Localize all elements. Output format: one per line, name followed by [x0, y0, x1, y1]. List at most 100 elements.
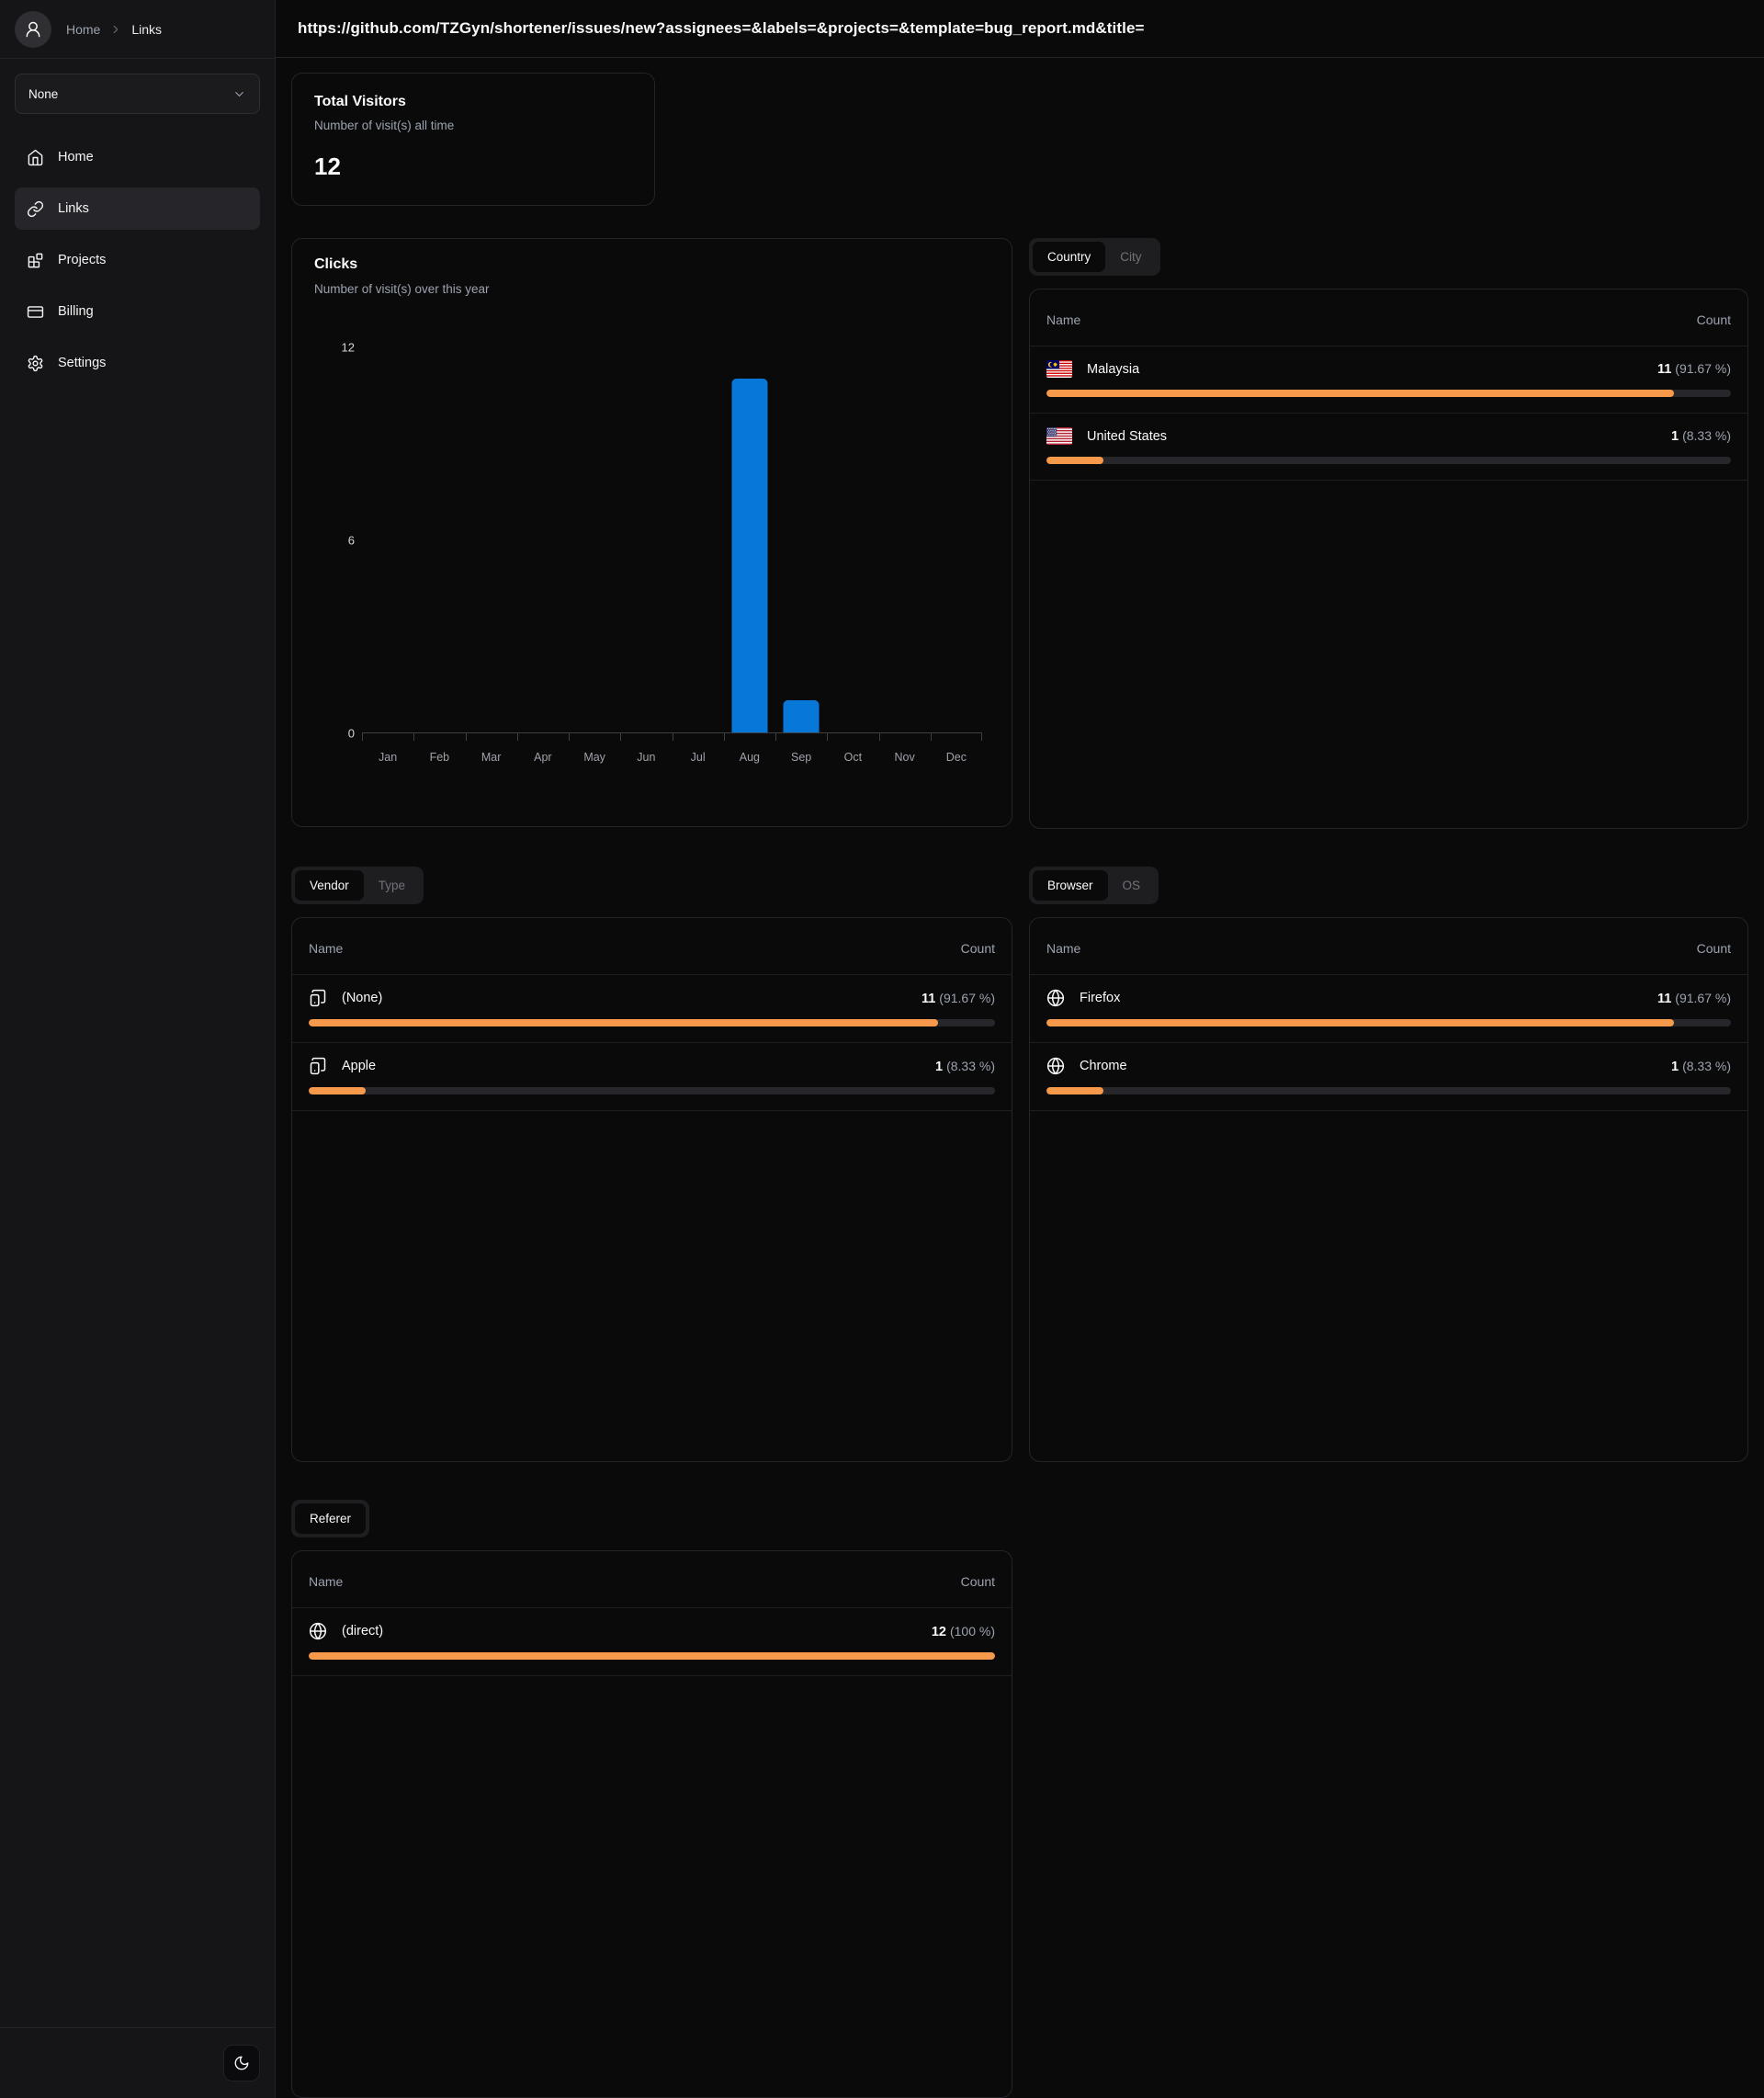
breadcrumb-current[interactable]: Links	[131, 22, 162, 37]
row-name: Apple	[342, 1059, 377, 1073]
referer-section: Referer Name Count (direct) 12 (100 %)	[291, 1500, 1012, 2098]
globe-icon	[1046, 989, 1065, 1007]
tab-country[interactable]: Country	[1033, 242, 1106, 272]
smartphone-icon	[310, 1057, 326, 1075]
breadcrumb: Home Links	[66, 22, 162, 37]
table-header: Name Count	[292, 1551, 1012, 1608]
country-section: Country City Name Count Malaysia 11 (91.…	[1029, 238, 1748, 829]
sidebar-item-label: Settings	[58, 356, 107, 370]
gear-icon	[28, 355, 43, 371]
x-tick-label: Jun	[637, 751, 656, 764]
x-tick-label: Aug	[739, 751, 760, 764]
row-percent: (8.33 %)	[1682, 428, 1731, 443]
column-name: Name	[309, 1574, 344, 1589]
chart-slot	[413, 347, 465, 741]
x-tick-label: Feb	[429, 751, 450, 764]
row-progress-track	[309, 1087, 995, 1094]
vendor-type-tabs: Vendor Type	[291, 867, 424, 904]
row-progress-track	[1046, 1019, 1731, 1026]
credit-card-icon	[27, 305, 44, 318]
globe-icon	[309, 1622, 327, 1640]
sidebar-item-settings[interactable]: Settings	[15, 342, 260, 384]
browser-table: Name Count Firefox 11 (91.67 %) Chrome 1…	[1029, 917, 1748, 1462]
chart-plot	[362, 347, 982, 741]
sidebar-item-home[interactable]: Home	[15, 136, 260, 178]
sidebar: Home Links None Home Links Projects Bill…	[0, 0, 276, 2098]
row-percent: (91.67 %)	[1675, 361, 1731, 376]
row-count: 1	[1671, 429, 1679, 444]
blocks-icon	[28, 253, 43, 267]
table-header: Name Count	[292, 918, 1012, 975]
sidebar-body: None Home Links Projects Billing Setting…	[0, 59, 275, 2027]
row-count: 1	[935, 1059, 944, 1074]
total-visitors-title: Total Visitors	[314, 94, 406, 109]
sidebar-item-label: Links	[58, 201, 89, 216]
row-percent: (8.33 %)	[1682, 1058, 1731, 1073]
row-progress-bar	[309, 1019, 938, 1026]
row-progress-track	[309, 1019, 995, 1026]
house-icon	[28, 149, 43, 165]
tab-city[interactable]: City	[1105, 242, 1156, 272]
chart-y-axis: 12 6 0	[314, 239, 355, 826]
link-icon	[27, 200, 44, 217]
column-count: Count	[1696, 941, 1731, 956]
referer-table: Name Count (direct) 12 (100 %)	[291, 1550, 1012, 2098]
chevron-down-icon	[235, 91, 243, 96]
sidebar-item-projects[interactable]: Projects	[15, 239, 260, 281]
chart-slot	[620, 347, 672, 741]
row-progress-track	[1046, 457, 1731, 464]
table-row: Apple 1 (8.33 %)	[292, 1043, 1012, 1111]
globe-icon	[1046, 1057, 1065, 1075]
table-row: (direct) 12 (100 %)	[292, 1608, 1012, 1676]
clicks-chart-card: Clicks Number of visit(s) over this year…	[291, 238, 1012, 827]
theme-toggle-button[interactable]	[223, 2045, 260, 2081]
column-count: Count	[960, 1574, 995, 1589]
x-tick-label: Jul	[690, 751, 706, 764]
row-progress-track	[1046, 390, 1731, 397]
chart-slot	[878, 347, 931, 741]
us-flag-icon	[1046, 427, 1072, 445]
content: Total Visitors Number of visit(s) all ti…	[276, 58, 1764, 2098]
avatar[interactable]	[15, 10, 51, 48]
sidebar-item-label: Projects	[58, 253, 107, 267]
breadcrumb-home[interactable]: Home	[66, 22, 100, 37]
chart-slot	[775, 347, 827, 741]
x-tick-label: Dec	[945, 751, 967, 764]
total-visitors-card: Total Visitors Number of visit(s) all ti…	[291, 73, 655, 206]
row-count: 11	[1657, 362, 1672, 377]
chart-x-axis: Jan Feb Mar Apr May Jun Jul Aug Sep Oct Nov Dec	[362, 751, 982, 764]
sidebar-item-billing[interactable]: Billing	[15, 290, 260, 333]
tab-vendor[interactable]: Vendor	[295, 870, 364, 901]
y-tick-label: 0	[347, 726, 355, 741]
tab-type[interactable]: Type	[364, 870, 420, 901]
row-percent: (8.33 %)	[946, 1058, 995, 1073]
sidebar-item-links[interactable]: Links	[15, 187, 260, 230]
column-count: Count	[1696, 312, 1731, 327]
row-name: (direct)	[342, 1624, 384, 1639]
table-row: United States 1 (8.33 %)	[1030, 414, 1747, 481]
row-percent: (91.67 %)	[939, 990, 995, 1005]
row-name: (None)	[342, 991, 383, 1005]
chart-slot	[672, 347, 724, 741]
row-progress-bar	[309, 1087, 367, 1094]
chart-slot	[569, 347, 620, 741]
user-icon	[26, 21, 40, 37]
tab-os[interactable]: OS	[1108, 870, 1156, 901]
table-row: Firefox 11 (91.67 %)	[1030, 975, 1747, 1043]
x-tick-label: Mar	[481, 751, 502, 764]
vendor-section: Vendor Type Name Count (None) 11 (91.67 …	[291, 867, 1012, 1462]
row-progress-bar	[1046, 457, 1104, 464]
row-name: Firefox	[1080, 991, 1121, 1005]
chart-slot	[362, 347, 413, 741]
table-row: Malaysia 11 (91.67 %)	[1030, 346, 1747, 414]
chart-slot	[930, 347, 982, 741]
page-header: https://github.com/TZGyn/shortener/issue…	[276, 0, 1764, 58]
row-count: 12	[931, 1624, 946, 1639]
y-tick-label: 12	[341, 340, 355, 355]
project-select[interactable]: None	[15, 74, 260, 114]
tab-browser[interactable]: Browser	[1033, 870, 1108, 901]
browser-section: Browser OS Name Count Firefox 11 (91.67 …	[1029, 867, 1748, 1462]
sidebar-header: Home Links	[0, 0, 275, 59]
chart-bar	[783, 700, 820, 732]
tab-referer[interactable]: Referer	[295, 1503, 367, 1534]
